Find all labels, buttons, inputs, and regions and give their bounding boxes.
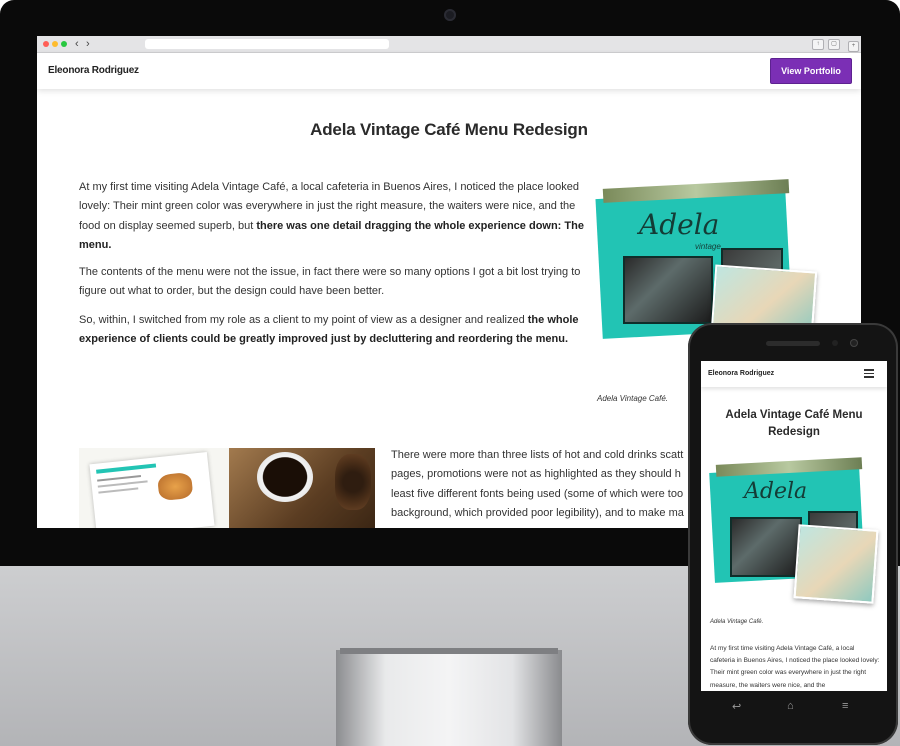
mobile-intro-paragraph: At my first time visiting Adela Vintage …	[710, 645, 880, 689]
mobile-cafe-image: Adela	[709, 457, 879, 604]
image-caption: Adela Vintage Café.	[597, 394, 669, 403]
phone-camera-icon	[850, 339, 858, 347]
close-window-icon[interactable]	[43, 41, 49, 47]
new-tab-icon[interactable]: +	[848, 41, 859, 52]
mobile-browser: Eleonora Rodriguez Adela Vintage Café Me…	[701, 361, 887, 691]
imac-stand	[336, 650, 562, 746]
menu-paragraph: The contents of the menu were not the is…	[79, 266, 581, 298]
address-bar[interactable]	[145, 39, 389, 49]
forward-icon[interactable]: ›	[86, 37, 90, 51]
back-nav-icon[interactable]: ↩	[732, 700, 741, 713]
minimize-window-icon[interactable]	[52, 41, 58, 47]
hamburger-icon[interactable]	[864, 369, 874, 378]
home-nav-icon[interactable]: ⌂	[787, 700, 794, 712]
imac-stand-joint	[340, 648, 558, 654]
cafe-sign: Adela	[639, 208, 720, 241]
mobile-brand[interactable]: Eleonora Rodriguez	[708, 370, 774, 377]
view-portfolio-button[interactable]: View Portfolio	[770, 58, 852, 84]
maximize-window-icon[interactable]	[61, 41, 67, 47]
browser-toolbar: ‹ › ↑ ▢ +	[37, 36, 861, 53]
back-icon[interactable]: ‹	[75, 37, 79, 51]
phone-sensor	[832, 340, 838, 346]
insight-paragraph: So, within, I switched from my role as a…	[79, 314, 579, 346]
site-brand[interactable]: Eleonora Rodriguez	[48, 65, 139, 76]
cafe-storefront-image: Adela vintage	[595, 179, 818, 339]
page-title: Adela Vintage Café Menu Redesign	[310, 120, 588, 139]
share-icon[interactable]: ↑	[812, 39, 824, 50]
phone-speaker	[766, 341, 820, 346]
menu-and-coffee-image	[79, 448, 375, 528]
mobile-image-caption: Adela Vintage Café.	[710, 619, 764, 625]
intro-paragraph: At my first time visiting Adela Vintage …	[79, 181, 584, 252]
mobile-page-title: Adela Vintage Café Menu Redesign	[725, 409, 863, 438]
menu-nav-icon[interactable]: ≡	[842, 700, 848, 712]
mobile-header: Eleonora Rodriguez	[701, 361, 887, 387]
tabs-icon[interactable]: ▢	[828, 39, 840, 50]
site-header: Eleonora Rodriguez View Portfolio	[37, 53, 861, 89]
webcam-icon	[444, 9, 456, 21]
